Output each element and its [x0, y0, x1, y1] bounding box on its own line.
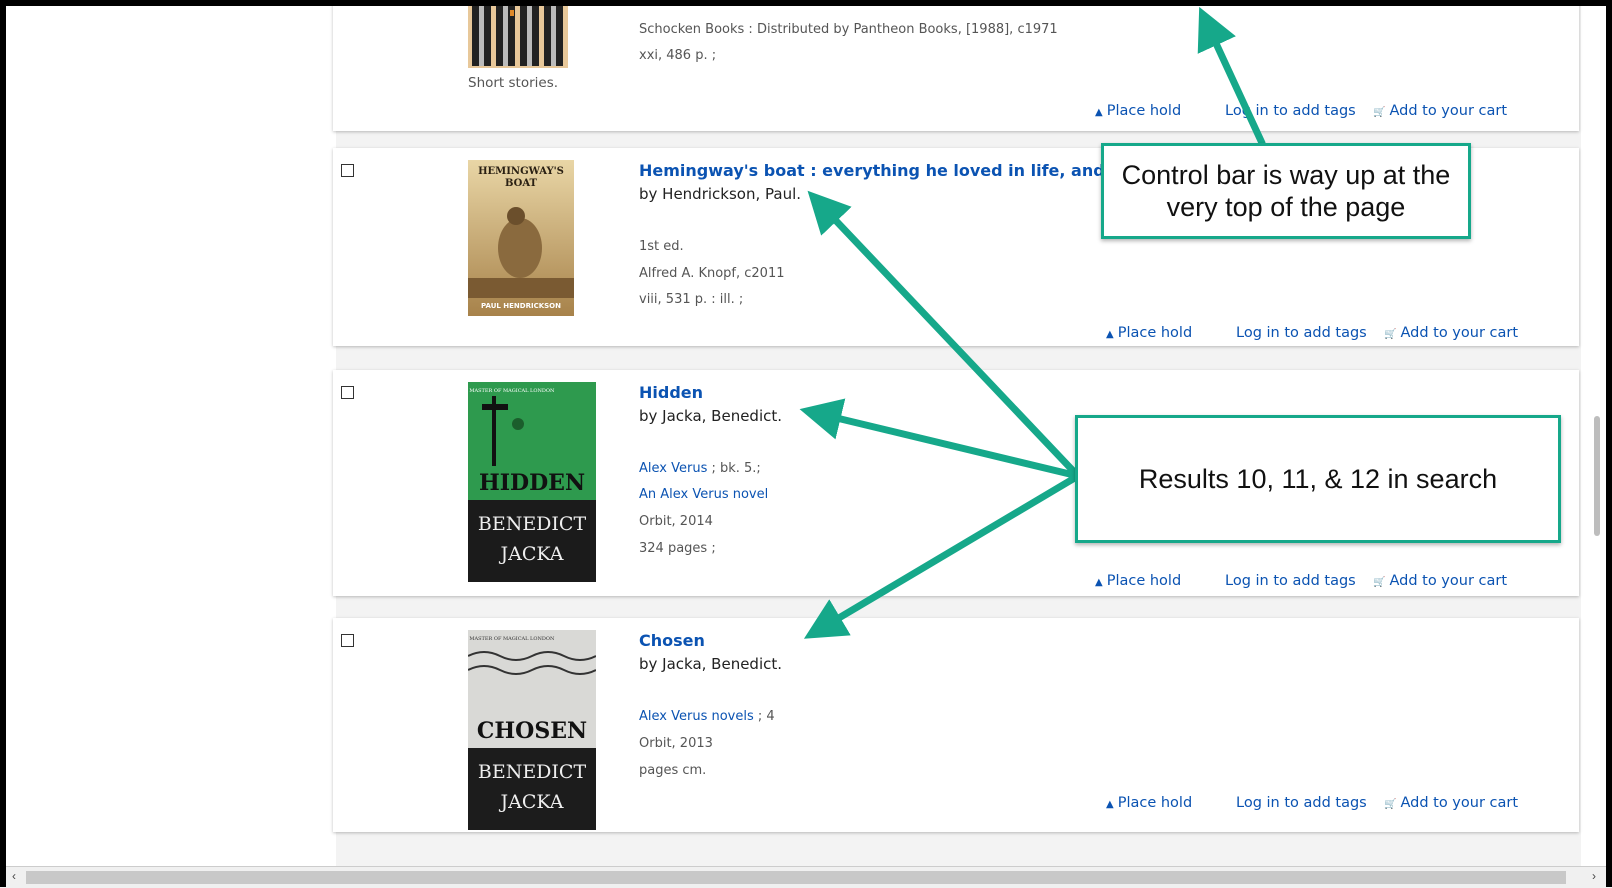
series-link[interactable]: An Alex Verus novel — [639, 487, 768, 502]
book-cover[interactable]: HEMINGWAY'S BOAT PAUL HENDRICKSON — [468, 160, 574, 316]
add-to-cart-link[interactable]: 🛒 Add to your cart — [1384, 325, 1518, 341]
book-cover[interactable]: THE NEW MASTER OF MAGICAL LONDON HIDDEN … — [468, 382, 596, 582]
cover-caption: Short stories. — [468, 75, 559, 91]
vertical-scrollbar-thumb[interactable] — [1594, 416, 1600, 536]
edition: 1st ed. — [639, 239, 684, 254]
add-to-cart-link[interactable]: 🛒 Add to your cart — [1373, 573, 1507, 589]
svg-text:BENEDICT: BENEDICT — [478, 513, 587, 535]
cart-icon: 🛒 — [1373, 107, 1386, 118]
place-hold-link[interactable]: ▲ Place hold — [1095, 103, 1181, 119]
svg-text:JACKA: JACKA — [498, 543, 563, 565]
add-tags-link[interactable]: Log in to add tags — [1225, 103, 1356, 119]
add-tags-link[interactable]: Log in to add tags — [1225, 573, 1356, 589]
horizontal-scrollbar-thumb[interactable] — [26, 871, 1566, 884]
hold-icon: ▲ — [1106, 329, 1114, 340]
horizontal-scrollbar[interactable]: ‹ › — [6, 866, 1606, 888]
svg-text:PAUL HENDRICKSON: PAUL HENDRICKSON — [481, 302, 561, 310]
place-hold-link[interactable]: ▲ Place hold — [1106, 795, 1192, 811]
svg-text:BOAT: BOAT — [505, 178, 538, 189]
result-author: by Hendrickson, Paul. — [639, 185, 802, 203]
add-tags-link[interactable]: Log in to add tags — [1236, 325, 1367, 341]
svg-text:BENEDICT: BENEDICT — [478, 761, 587, 783]
book-cover[interactable] — [468, 6, 568, 68]
physical-desc: viii, 531 p. : ill. ; — [639, 292, 744, 307]
series-link[interactable]: Alex Verus — [639, 461, 707, 476]
svg-text:THE NEW MASTER OF MAGICAL LOND: THE NEW MASTER OF MAGICAL LONDON — [468, 636, 555, 642]
series-line: An Alex Verus novel — [639, 487, 768, 502]
publisher: Alfred A. Knopf, c2011 — [639, 266, 785, 281]
svg-text:THE NEW MASTER OF MAGICAL LOND: THE NEW MASTER OF MAGICAL LONDON — [468, 388, 555, 394]
scroll-right-icon[interactable]: › — [1592, 869, 1596, 883]
result-card: THE NEW MASTER OF MAGICAL LONDON CHOSEN … — [333, 618, 1579, 832]
svg-text:HIDDEN: HIDDEN — [479, 470, 585, 496]
result-title-link[interactable]: Hemingway's boat : everything he loved i… — [639, 161, 1105, 180]
series-link[interactable]: Alex Verus novels — [639, 709, 754, 724]
book-cover[interactable]: THE NEW MASTER OF MAGICAL LONDON CHOSEN … — [468, 630, 596, 830]
add-to-cart-link[interactable]: 🛒 Add to your cart — [1373, 103, 1507, 119]
publisher: Orbit, 2013 — [639, 736, 713, 751]
hold-icon: ▲ — [1106, 799, 1114, 810]
select-checkbox[interactable] — [341, 634, 354, 647]
select-checkbox[interactable] — [341, 386, 354, 399]
result-author: by Jacka, Benedict. — [639, 655, 783, 673]
result-title-link[interactable]: Hidden — [639, 383, 703, 402]
physical-desc: 324 pages ; — [639, 541, 716, 556]
cart-icon: 🛒 — [1384, 329, 1397, 340]
place-hold-link[interactable]: ▲ Place hold — [1095, 573, 1181, 589]
place-hold-link[interactable]: ▲ Place hold — [1106, 325, 1192, 341]
add-to-cart-link[interactable]: 🛒 Add to your cart — [1384, 795, 1518, 811]
result-card: Short stories. Schocken Books : Distribu… — [333, 6, 1579, 131]
add-tags-link[interactable]: Log in to add tags — [1236, 795, 1367, 811]
physical-desc: xxi, 486 p. ; — [639, 48, 717, 63]
select-checkbox[interactable] — [341, 164, 354, 177]
result-author: by Jacka, Benedict. — [639, 407, 783, 425]
svg-text:HEMINGWAY'S: HEMINGWAY'S — [478, 166, 564, 177]
publisher: Schocken Books : Distributed by Pantheon… — [639, 22, 1058, 37]
physical-desc: pages cm. — [639, 763, 707, 778]
svg-text:CHOSEN: CHOSEN — [477, 718, 587, 744]
cart-icon: 🛒 — [1373, 577, 1386, 588]
svg-text:JACKA: JACKA — [498, 791, 563, 813]
publisher: Orbit, 2014 — [639, 514, 713, 529]
hold-icon: ▲ — [1095, 107, 1103, 118]
cart-icon: 🛒 — [1384, 799, 1397, 810]
callout-control-bar: Control bar is way up at the very top of… — [1101, 143, 1471, 239]
series-line: Alex Verus novels ; 4 — [639, 709, 775, 724]
series-line: Alex Verus ; bk. 5.; — [639, 461, 761, 476]
hold-icon: ▲ — [1095, 577, 1103, 588]
result-title-link[interactable]: Chosen — [639, 631, 705, 650]
scroll-left-icon[interactable]: ‹ — [12, 869, 16, 883]
callout-results: Results 10, 11, & 12 in search — [1075, 415, 1561, 543]
